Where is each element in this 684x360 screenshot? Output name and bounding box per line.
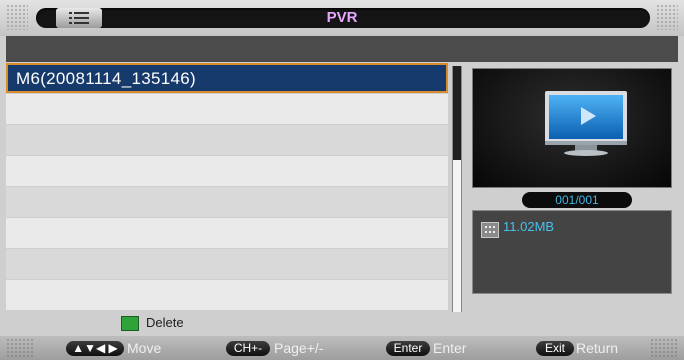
list-item[interactable] xyxy=(6,249,448,279)
page-title: PVR xyxy=(326,9,358,26)
header-bar: PVR xyxy=(0,0,684,36)
list-item[interactable] xyxy=(6,218,448,248)
footer-help-bar: ▲▼◀ ▶ Move CH+- Page+/- Enter Enter Exit… xyxy=(0,336,684,360)
preview-thumbnail xyxy=(472,68,672,188)
header-band xyxy=(6,36,678,62)
list-item[interactable] xyxy=(6,280,448,310)
list-item[interactable] xyxy=(6,187,448,217)
pvr-window: PVR M6(20081114_135146) 001/001 11.02MB … xyxy=(0,0,684,360)
grip-left xyxy=(6,338,34,358)
list-item[interactable] xyxy=(6,156,448,186)
list-item[interactable] xyxy=(6,94,448,124)
tv-play-icon xyxy=(545,91,627,156)
recording-list: M6(20081114_135146) xyxy=(6,63,448,311)
grip-right xyxy=(650,338,678,358)
page-hint: Page+/- xyxy=(274,340,324,356)
file-info-panel: 11.02MB xyxy=(472,210,672,294)
arrow-keys-icon: ▲▼◀ ▶ xyxy=(66,341,124,356)
recording-item-selected[interactable]: M6(20081114_135146) xyxy=(6,63,448,93)
green-key-icon xyxy=(121,316,139,331)
grip-right xyxy=(656,4,678,30)
return-hint: Return xyxy=(576,340,619,356)
ch-key-icon: CH+- xyxy=(226,341,270,356)
color-key-legend: Delete xyxy=(6,313,678,333)
recording-label: M6(20081114_135146) xyxy=(16,69,196,88)
enter-hint: Enter xyxy=(433,340,467,356)
file-size: 11.02MB xyxy=(503,219,555,234)
move-hint: Move xyxy=(127,340,162,356)
list-scrollbar[interactable] xyxy=(452,66,462,312)
enter-key-icon: Enter xyxy=(386,341,430,356)
recording-counter: 001/001 xyxy=(522,192,632,208)
storage-icon xyxy=(481,222,499,238)
scrollbar-thumb[interactable] xyxy=(453,66,461,160)
list-item[interactable] xyxy=(6,125,448,155)
delete-label: Delete xyxy=(146,315,184,330)
exit-key-icon: Exit xyxy=(536,341,574,356)
